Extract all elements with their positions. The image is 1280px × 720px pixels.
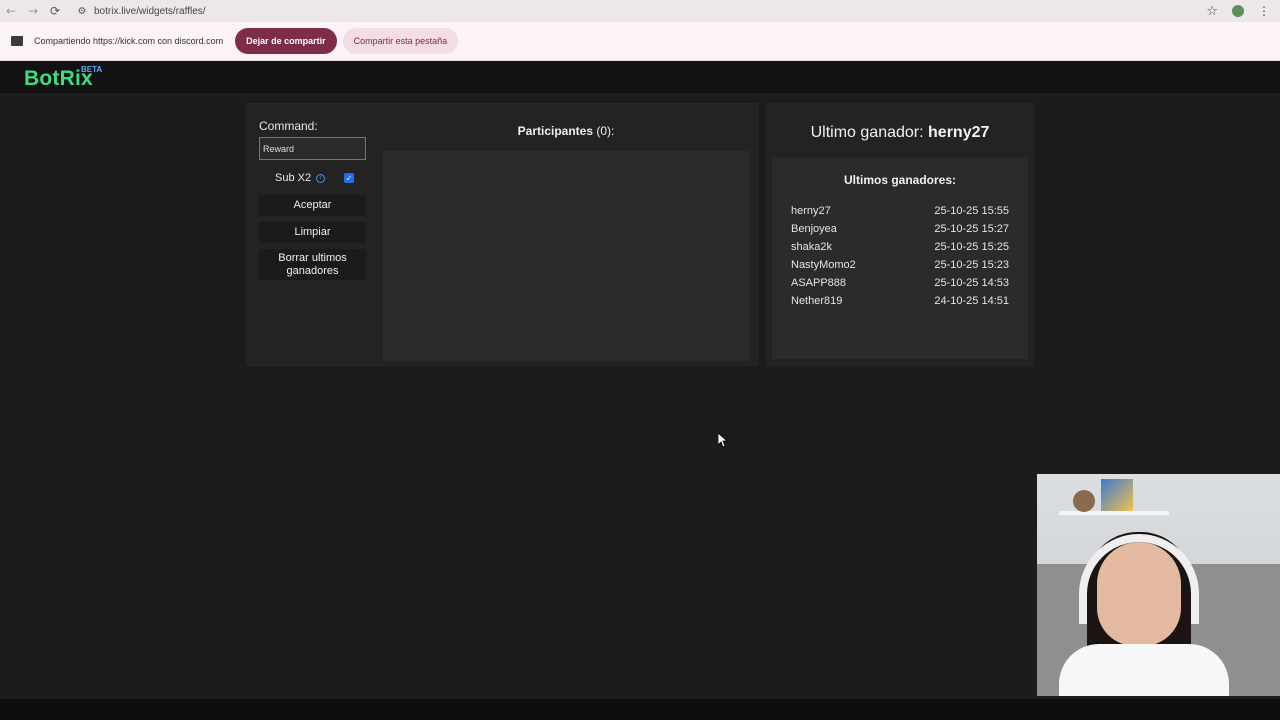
winner-name: herny27 [791,205,831,217]
app-header: BotRix BETA [0,61,1280,93]
winner-name: Nether819 [791,295,843,307]
sub-x2-row: Sub X2 i [275,172,326,184]
info-icon[interactable]: i [316,173,326,183]
winner-name: Benjoyea [791,223,837,235]
back-icon[interactable]: ← [0,0,22,22]
site-settings-icon[interactable]: ⚙ [76,5,88,17]
bottom-bar [0,699,1280,720]
beta-badge: BETA [81,65,103,74]
last-winner-label: Ultimo ganador: [810,124,924,141]
raffle-panel: Command: Sub X2 i ✓ Aceptar Limpiar Borr… [246,103,758,366]
participants-count: (0): [596,124,615,138]
webcam-shelf [1059,511,1169,515]
forward-icon[interactable]: → [22,0,44,22]
share-status-text: Compartiendo https://kick.com con discor… [34,36,224,46]
winners-list-box: Ultimos ganadores: herny27 25-10-25 15:55… [772,158,1028,359]
screen-share-icon [11,36,23,46]
browser-toolbar: ← → ⟳ ⚙ botrix.live/widgets/raffles/ ☆ ⋮ [0,0,1280,22]
address-bar[interactable]: ⚙ botrix.live/widgets/raffles/ [76,0,206,22]
accept-button[interactable]: Aceptar [259,195,366,216]
sub-x2-checkbox[interactable]: ✓ [344,173,354,183]
headset-icon [1079,534,1199,624]
winners-panel: Ultimo ganador: herny27 Ultimos ganadore… [766,103,1034,366]
screen-share-bar: Compartiendo https://kick.com con discor… [0,22,1280,61]
webcam-person-shirt [1059,644,1229,696]
winner-date: 25-10-25 14:53 [934,277,1009,289]
participants-label: Participantes [517,124,594,138]
winner-date: 24-10-25 14:51 [934,295,1009,307]
last-winner-heading: Ultimo ganador: herny27 [766,124,1034,142]
stop-sharing-button[interactable]: Dejar de compartir [235,28,337,54]
winner-row: shaka2k 25-10-25 15:25 [791,241,1009,253]
delete-winners-button[interactable]: Borrar ultimos ganadores [259,249,366,280]
share-this-tab-button[interactable]: Compartir esta pestaña [342,28,459,54]
webcam-picture [1101,479,1133,511]
extension-icon[interactable] [1232,5,1244,17]
command-input[interactable] [259,137,366,160]
webcam-toy [1073,490,1095,512]
clear-button[interactable]: Limpiar [259,222,366,243]
url-text[interactable]: botrix.live/widgets/raffles/ [94,6,206,17]
winner-name: shaka2k [791,241,832,253]
winner-row: Benjoyea 25-10-25 15:27 [791,223,1009,235]
winner-name: NastyMomo2 [791,259,856,271]
last-winner-name: herny27 [928,124,990,141]
participants-title: Participantes (0): [383,124,749,138]
winner-row: ASAPP888 25-10-25 14:53 [791,277,1009,289]
reload-icon[interactable]: ⟳ [44,0,66,22]
mouse-cursor-icon [718,433,728,448]
winner-date: 25-10-25 15:23 [934,259,1009,271]
winner-row: NastyMomo2 25-10-25 15:23 [791,259,1009,271]
winner-date: 25-10-25 15:27 [934,223,1009,235]
bookmark-star-icon[interactable]: ☆ [1206,4,1218,19]
participants-list[interactable] [383,151,749,361]
winner-date: 25-10-25 15:25 [934,241,1009,253]
browser-menu-icon[interactable]: ⋮ [1258,4,1270,18]
sub-x2-label: Sub X2 [275,172,312,184]
winner-row: herny27 25-10-25 15:55 [791,205,1009,217]
webcam-overlay [1037,474,1280,696]
winner-name: ASAPP888 [791,277,847,289]
winner-date: 25-10-25 15:55 [934,205,1009,217]
winner-row: Nether819 24-10-25 14:51 [791,295,1009,307]
winners-title: Ultimos ganadores: [843,173,957,187]
command-label: Command: [259,119,318,133]
